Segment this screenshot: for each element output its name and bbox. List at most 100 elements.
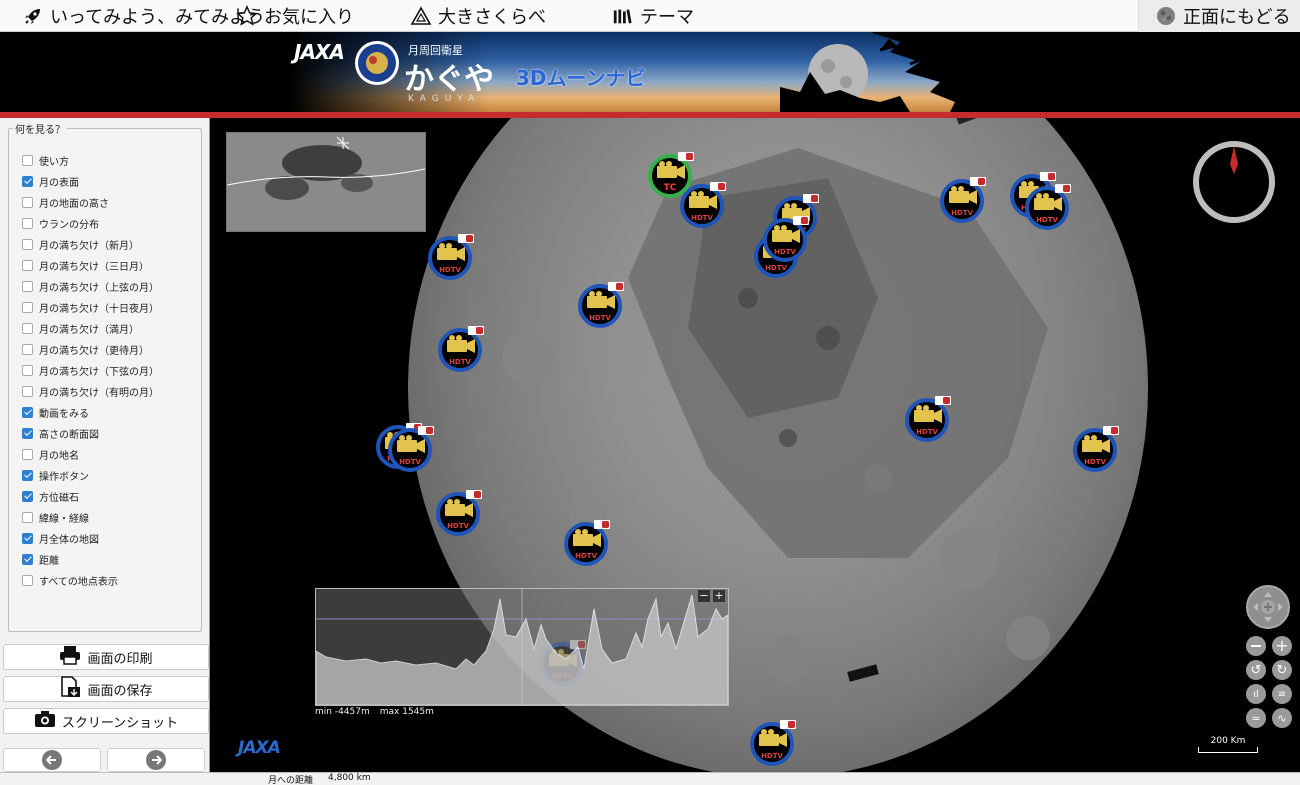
- menu-explore-label: いってみよう、みてみよう: [50, 7, 266, 28]
- screenshot-button[interactable]: スクリーンショット: [3, 708, 209, 734]
- video-camera-icon: HDTV: [1025, 184, 1071, 230]
- tilt-down-button[interactable]: ≡: [1272, 684, 1292, 704]
- hdtv-video-marker[interactable]: HDTV: [750, 716, 800, 770]
- layer-checkbox[interactable]: [22, 322, 33, 334]
- rotate-right-button[interactable]: ↻: [1272, 660, 1292, 680]
- layer-checkbox[interactable]: [22, 280, 33, 292]
- menu-favorites[interactable]: お気に入り: [236, 0, 354, 32]
- hdtv-video-marker[interactable]: HDTV: [905, 392, 955, 446]
- screenshot-label: スクリーンショット: [61, 715, 179, 731]
- layer-item[interactable]: 月の満ち欠け（有明の月）: [22, 382, 159, 400]
- layer-label: 月の地名: [39, 450, 79, 462]
- layer-item[interactable]: 使い方: [22, 151, 69, 169]
- save-button[interactable]: 画面の保存: [3, 676, 209, 702]
- layer-label: 動画をみる: [39, 408, 89, 420]
- print-button[interactable]: 画面の印刷: [3, 644, 209, 670]
- layer-item[interactable]: ウランの分布: [22, 214, 99, 232]
- layer-item[interactable]: 月の満ち欠け（下弦の月）: [22, 361, 159, 379]
- back-button[interactable]: [3, 748, 101, 772]
- minus-icon: [1251, 645, 1261, 647]
- layer-checkbox[interactable]: [22, 259, 33, 271]
- layer-checkbox[interactable]: [22, 238, 33, 250]
- video-camera-icon: HDTV: [564, 520, 610, 566]
- layer-checkbox[interactable]: [22, 364, 33, 376]
- compass-icon[interactable]: [1192, 140, 1276, 224]
- hdtv-video-marker[interactable]: HDTV: [388, 422, 438, 476]
- layer-item[interactable]: 距離: [22, 550, 59, 568]
- hdtv-video-marker[interactable]: HDTV: [940, 173, 990, 227]
- tilt-up-button[interactable]: ıl: [1246, 684, 1266, 704]
- video-camera-icon: HDTV: [905, 396, 951, 442]
- hdtv-video-marker[interactable]: HDTV: [1073, 422, 1123, 476]
- marker-label: HDTV: [774, 248, 796, 256]
- zoom-in-button[interactable]: +: [1272, 636, 1292, 656]
- layer-item[interactable]: 緯線・経線: [22, 508, 89, 526]
- layer-checkbox[interactable]: [22, 448, 33, 460]
- layer-checkbox[interactable]: [22, 574, 33, 586]
- layer-checkbox[interactable]: [22, 175, 33, 187]
- banner-title: かぐや: [404, 62, 494, 97]
- hdtv-video-marker[interactable]: HDTV: [438, 322, 488, 376]
- video-camera-icon: HDTV: [750, 720, 796, 766]
- layer-checkbox[interactable]: [22, 511, 33, 523]
- layer-item[interactable]: 月の満ち欠け（更待月）: [22, 340, 149, 358]
- terrain-flat-button[interactable]: ≃: [1246, 708, 1266, 728]
- layer-checkbox[interactable]: [22, 196, 33, 208]
- layer-item[interactable]: 月の地名: [22, 445, 79, 463]
- menu-theme[interactable]: テーマ: [612, 0, 694, 32]
- save-label: 画面の保存: [87, 683, 153, 699]
- layer-label: 月の満ち欠け（新月）: [39, 240, 139, 252]
- profile-zoom-out-button[interactable]: −: [698, 590, 710, 602]
- layer-item[interactable]: 方位磁石: [22, 487, 79, 505]
- layer-panel: 何を見る？ 使い方 月の表面 月の地面の高さ ウランの分布 月の満ち欠け（新月） 月の満ち…: [8, 121, 202, 632]
- forward-button[interactable]: [107, 748, 205, 772]
- layer-checkbox[interactable]: [22, 532, 33, 544]
- layer-checkbox[interactable]: [22, 490, 33, 502]
- layer-item[interactable]: 月の満ち欠け（十日夜月）: [22, 298, 159, 316]
- layer-item[interactable]: 高さの断面図: [22, 424, 99, 442]
- hdtv-video-marker[interactable]: HDTV: [578, 278, 628, 332]
- layer-checkbox[interactable]: [22, 385, 33, 397]
- layer-label: 月の満ち欠け（有明の月）: [39, 387, 159, 399]
- layer-checkbox[interactable]: [22, 553, 33, 565]
- video-camera-icon: HDTV: [438, 326, 484, 372]
- menu-compare[interactable]: 大きさくらべ: [410, 0, 546, 32]
- layer-item[interactable]: すべての地点表示: [22, 571, 118, 589]
- banner-trees: [780, 32, 1020, 112]
- layer-item[interactable]: 月の満ち欠け（上弦の月）: [22, 277, 159, 295]
- layer-item[interactable]: 月の表面: [22, 172, 79, 190]
- layer-checkbox[interactable]: [22, 154, 33, 166]
- hdtv-video-marker[interactable]: HDTV: [428, 230, 478, 284]
- hdtv-video-marker[interactable]: HDTV: [564, 516, 614, 570]
- layer-item[interactable]: 操作ボタン: [22, 466, 89, 484]
- layer-checkbox[interactable]: [22, 406, 33, 418]
- layer-checkbox[interactable]: [22, 217, 33, 229]
- layer-item[interactable]: 動画をみる: [22, 403, 89, 421]
- layer-checkbox[interactable]: [22, 469, 33, 481]
- hdtv-video-marker[interactable]: HDTV: [680, 178, 730, 232]
- layer-item[interactable]: 月全体の地図: [22, 529, 99, 547]
- menu-explore[interactable]: いってみよう、みてみよう: [22, 0, 265, 32]
- globe-viewport[interactable]: TC HDTV HDTV HDTV HDTV HDTV HDTV HDTV HDTV HDTV HD…: [210, 118, 1300, 772]
- hdtv-video-marker[interactable]: HDTV: [763, 212, 813, 266]
- layer-checkbox[interactable]: [22, 427, 33, 439]
- layer-checkbox[interactable]: [22, 343, 33, 355]
- distance-value: 4,800 km: [328, 773, 371, 783]
- rotate-left-button[interactable]: ↺: [1246, 660, 1266, 680]
- layer-item[interactable]: 月の満ち欠け（新月）: [22, 235, 139, 253]
- terrain-relief-button[interactable]: ∿: [1272, 708, 1292, 728]
- layer-item[interactable]: 月の満ち欠け（三日月）: [22, 256, 149, 274]
- pan-control[interactable]: [1246, 585, 1290, 629]
- hdtv-video-marker[interactable]: HDTV: [1025, 180, 1075, 234]
- elevation-profile[interactable]: [315, 588, 729, 706]
- layer-item[interactable]: 月の地面の高さ: [22, 193, 109, 211]
- profile-zoom-in-button[interactable]: +: [713, 590, 725, 602]
- home-button[interactable]: 正面にもどる: [1138, 0, 1300, 32]
- zoom-out-button[interactable]: [1246, 636, 1266, 656]
- layer-item[interactable]: 月の満ち欠け（満月）: [22, 319, 139, 337]
- layer-checkbox[interactable]: [22, 301, 33, 313]
- layer-label: 月全体の地図: [39, 534, 99, 546]
- hdtv-video-marker[interactable]: HDTV: [436, 486, 486, 540]
- global-minimap[interactable]: [226, 132, 426, 232]
- marker-label: HDTV: [449, 358, 471, 366]
